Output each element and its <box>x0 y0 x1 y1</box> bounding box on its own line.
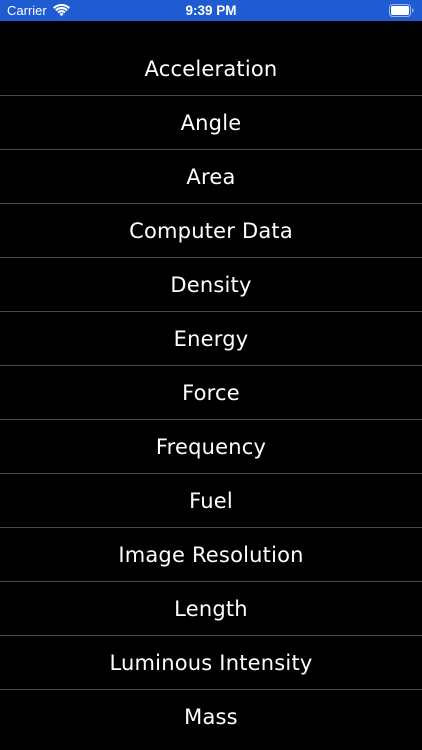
list-item-label: Image Resolution <box>118 542 304 567</box>
list-item-label: Angle <box>180 110 242 135</box>
list-item-length[interactable]: Length <box>0 582 422 636</box>
list-item-force[interactable]: Force <box>0 366 422 420</box>
list-item-mass[interactable]: Mass <box>0 690 422 743</box>
status-bar: Carrier 9:39 PM <box>0 0 422 21</box>
list-item-energy[interactable]: Energy <box>0 312 422 366</box>
list-item-label: Density <box>170 272 252 297</box>
list-item-fuel[interactable]: Fuel <box>0 474 422 528</box>
list-item-luminous-intensity[interactable]: Luminous Intensity <box>0 636 422 690</box>
list-item-label: Fuel <box>189 488 233 513</box>
list-item-frequency[interactable]: Frequency <box>0 420 422 474</box>
list-item-label: Computer Data <box>129 218 293 243</box>
list-item-label: Force <box>182 380 240 405</box>
list-item-label: Acceleration <box>144 56 278 81</box>
battery-icon <box>389 4 414 17</box>
list-item-angle[interactable]: Angle <box>0 96 422 150</box>
list-item-computer-data[interactable]: Computer Data <box>0 204 422 258</box>
list-item-label: Luminous Intensity <box>109 650 313 675</box>
list-item-area[interactable]: Area <box>0 150 422 204</box>
units-category-list: Acceleration Angle Area Computer Data De… <box>0 42 422 743</box>
list-item-image-resolution[interactable]: Image Resolution <box>0 528 422 582</box>
list-item-label: Frequency <box>155 434 267 459</box>
list-item-label: Length <box>174 596 248 621</box>
status-time: 9:39 PM <box>185 3 237 18</box>
list-item-label: Area <box>186 164 236 189</box>
list-item-label: Energy <box>173 326 249 351</box>
list-item-label: Mass <box>184 704 238 729</box>
list-item-density[interactable]: Density <box>0 258 422 312</box>
list-item-acceleration[interactable]: Acceleration <box>0 42 422 96</box>
